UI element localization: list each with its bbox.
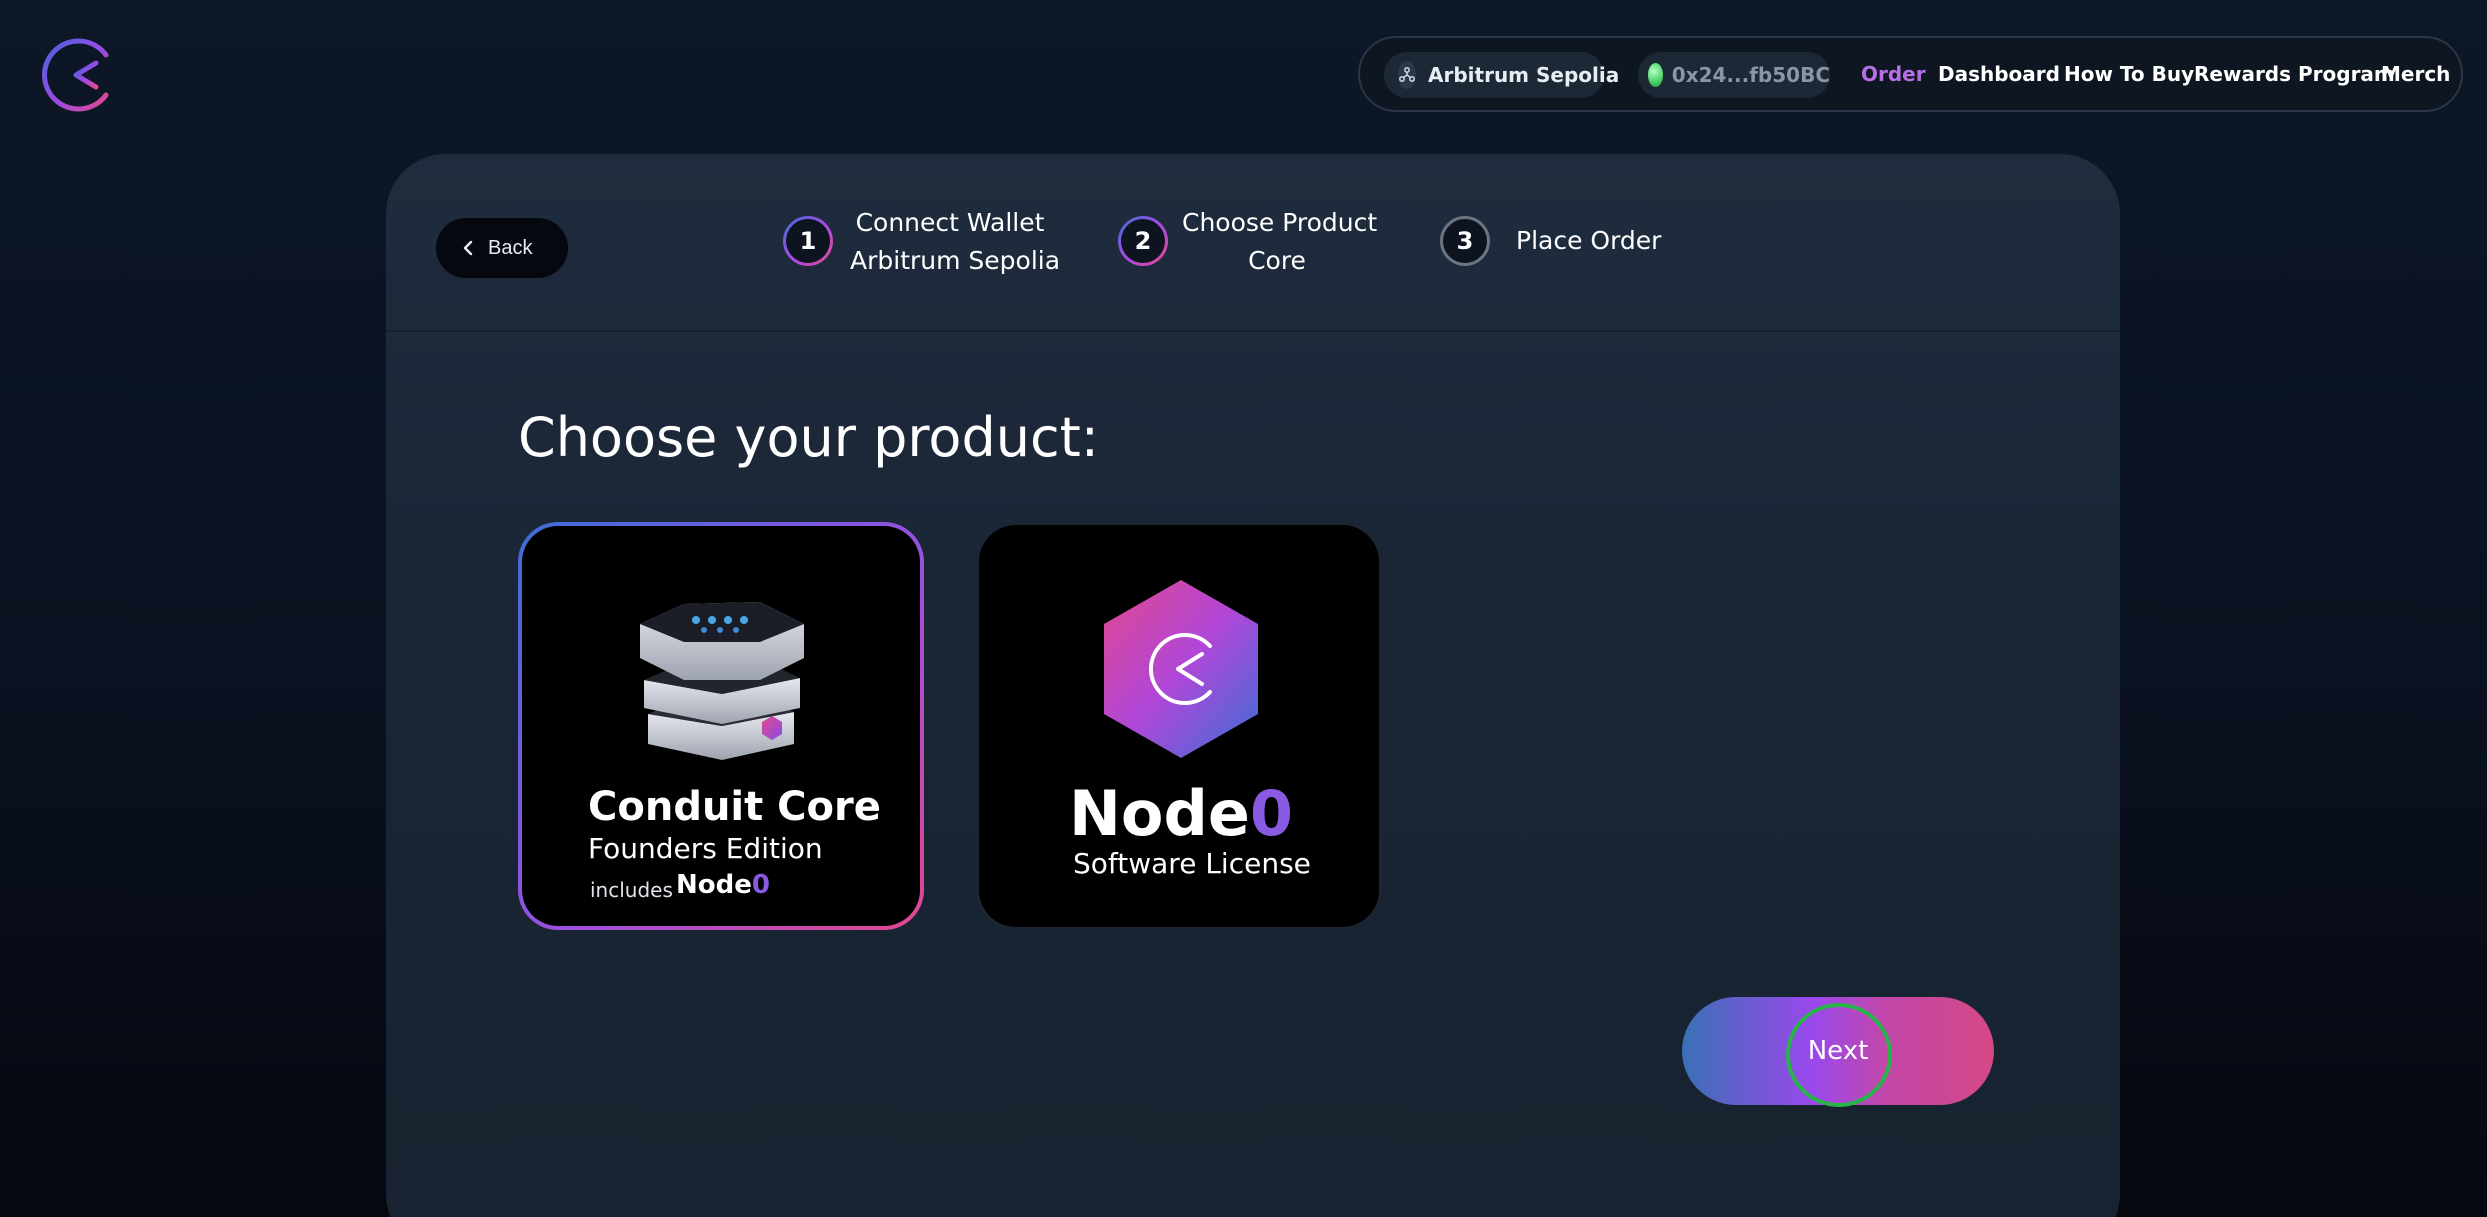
wallet-status-icon	[1648, 63, 1663, 87]
step-3-number: 3	[1440, 216, 1490, 266]
next-button[interactable]: Next	[1682, 997, 1994, 1105]
product-subtitle: Software License	[1073, 847, 1311, 880]
step-1-number: 1	[783, 216, 833, 266]
network-selector[interactable]: Arbitrum Sepolia	[1384, 52, 1619, 98]
nav-rewards-program[interactable]: Rewards Program	[2194, 38, 2395, 110]
nav-order[interactable]: Order	[1861, 38, 1926, 110]
step-2-number: 2	[1118, 216, 1168, 266]
nav-merch[interactable]: Merch	[2381, 38, 2450, 110]
step-2-label: Choose Product Core	[1182, 208, 1378, 275]
back-label: Back	[488, 236, 533, 259]
wallet-button[interactable]: 0x24...fb50BC	[1638, 52, 1830, 98]
step-1-label: Connect Wallet Arbitrum Sepolia	[850, 208, 1061, 275]
product-includes-brand: Node0	[676, 870, 770, 900]
product-brand: Node0	[1069, 777, 1294, 850]
node0-hexagon-logo-icon	[1104, 580, 1258, 758]
product-card-node0[interactable]: Node0 Software License	[976, 522, 1382, 930]
page-title: Choose your product:	[518, 406, 1100, 469]
product-includes-label: includes	[590, 878, 673, 902]
wallet-address: 0x24...fb50BC	[1671, 63, 1830, 87]
product-subtitle: Founders Edition	[588, 832, 823, 865]
stepper-header: Back 1 Connect Wallet Arbitrum Sepolia 2…	[386, 154, 2120, 332]
conduit-logo-icon[interactable]	[40, 33, 116, 117]
network-label: Arbitrum Sepolia	[1428, 63, 1620, 87]
nav-dashboard[interactable]: Dashboard	[1938, 38, 2060, 110]
order-card: Back 1 Connect Wallet Arbitrum Sepolia 2…	[386, 154, 2120, 1217]
back-button[interactable]: Back	[436, 218, 568, 278]
conduit-core-device-image	[640, 602, 804, 760]
product-title: Conduit Core	[588, 784, 881, 830]
top-nav: Arbitrum Sepolia 0x24...fb50BC Order Das…	[1358, 36, 2463, 112]
chevron-left-icon	[463, 240, 473, 256]
nav-how-to-buy[interactable]: How To Buy	[2064, 38, 2194, 110]
arbitrum-network-icon	[1398, 61, 1416, 89]
step-3-label: Place Order	[1516, 226, 1662, 255]
product-card-conduit-core[interactable]: Conduit Core Founders Edition includes N…	[518, 522, 924, 930]
